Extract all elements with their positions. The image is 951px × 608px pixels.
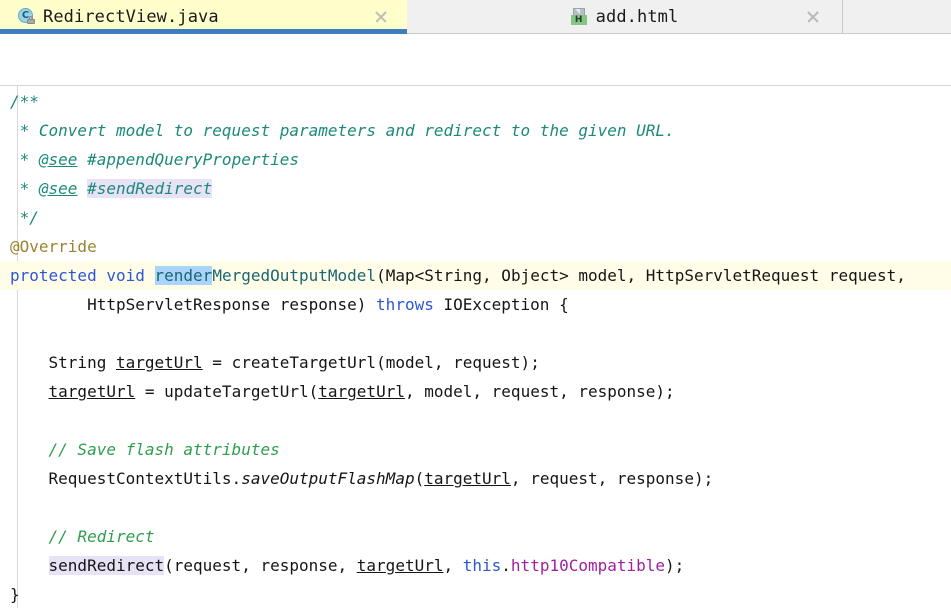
code-line[interactable]: */	[0, 203, 951, 232]
code-token: #appendQueryProperties	[77, 150, 299, 169]
code-token: MergedOutputModel	[212, 266, 377, 285]
code-token: (Map<String, Object> model, HttpServletR…	[376, 266, 906, 285]
code-token: /**	[10, 92, 39, 111]
code-token: targetUrl	[356, 556, 444, 575]
code-editor[interactable]: /** * Convert model to request parameter…	[0, 34, 951, 608]
code-token: , model, request, response);	[404, 382, 675, 401]
code-token: (request, response,	[164, 556, 357, 575]
code-token: String	[10, 353, 116, 372]
code-line[interactable]	[0, 493, 951, 522]
code-token: HttpServletResponse response)	[10, 295, 377, 314]
lock-icon	[27, 16, 35, 24]
code-token: = createTargetUrl(model, request);	[202, 353, 540, 372]
code-line[interactable]: protected void renderMergedOutputModel(M…	[0, 261, 951, 290]
code-line[interactable]: }	[0, 580, 951, 608]
code-line[interactable]: * @see #appendQueryProperties	[0, 145, 951, 174]
code-line[interactable]	[0, 319, 951, 348]
code-token: IOException {	[433, 295, 569, 314]
code-token: (	[414, 469, 425, 488]
code-token: .	[501, 556, 511, 575]
tab-bar-empty-space	[843, 0, 951, 33]
code-token: saveOutputFlashMap	[241, 469, 415, 488]
code-line[interactable]: sendRedirect(request, response, targetUr…	[0, 551, 951, 580]
code-token: *	[10, 179, 39, 198]
code-token: @see	[38, 179, 78, 198]
code-token: );	[665, 556, 685, 575]
java-class-icon: C	[18, 8, 35, 25]
code-line[interactable]: RequestContextUtils.saveOutputFlashMap(t…	[0, 464, 951, 493]
code-token: *	[10, 150, 39, 169]
code-token: #sendRedirect	[87, 179, 213, 198]
code-token: throws	[376, 295, 434, 314]
code-token: targetUrl	[115, 353, 203, 372]
code-line[interactable]: * Convert model to request parameters an…	[0, 116, 951, 145]
code-line[interactable]: /**	[0, 87, 951, 116]
code-line[interactable]: // Save flash attributes	[0, 435, 951, 464]
tab-label: RedirectView.java	[43, 6, 219, 27]
code-token: }	[10, 585, 20, 604]
code-token: = updateTargetUrl(	[135, 382, 319, 401]
code-token: @see	[38, 150, 78, 169]
code-line[interactable]: * @see #sendRedirect	[0, 174, 951, 203]
code-token: @Override	[10, 237, 97, 256]
code-line[interactable]: HttpServletResponse response) throws IOE…	[0, 290, 951, 319]
code-token: this	[462, 556, 502, 575]
html-badge-label: H	[570, 15, 587, 25]
code-line[interactable]	[0, 406, 951, 435]
code-token: render	[154, 266, 213, 285]
code-token: , request, response);	[510, 469, 714, 488]
code-line[interactable]: targetUrl = updateTargetUrl(targetUrl, m…	[0, 377, 951, 406]
code-token: targetUrl	[318, 382, 405, 401]
editor-tab-bar: C RedirectView.java H add.html	[0, 0, 951, 34]
tab-add-html[interactable]: H add.html	[407, 0, 843, 33]
code-line[interactable]: @Override	[0, 232, 951, 261]
code-token: void	[106, 266, 145, 285]
code-token: // Redirect	[10, 527, 155, 546]
code-line[interactable]: String targetUrl = createTargetUrl(model…	[0, 348, 951, 377]
code-content[interactable]: /** * Convert model to request parameter…	[0, 87, 951, 608]
close-icon[interactable]	[805, 9, 820, 24]
code-token: // Save flash attributes	[10, 440, 280, 459]
code-token: RequestContextUtils.	[10, 469, 242, 488]
close-icon[interactable]	[373, 9, 388, 24]
code-token: * Convert model to request parameters an…	[10, 121, 675, 140]
code-token: sendRedirect	[48, 556, 165, 575]
code-token: http10Compatible	[510, 556, 666, 575]
tab-label: add.html	[595, 6, 679, 27]
html-file-icon: H	[570, 8, 588, 25]
editor-top-divider	[0, 85, 951, 86]
code-token: protected	[10, 266, 97, 285]
code-token: ,	[443, 556, 463, 575]
code-token: */	[10, 208, 39, 227]
code-line[interactable]: // Redirect	[0, 522, 951, 551]
code-token: targetUrl	[48, 382, 136, 401]
tab-redirectview-java[interactable]: C RedirectView.java	[0, 0, 407, 34]
code-token: targetUrl	[424, 469, 511, 488]
